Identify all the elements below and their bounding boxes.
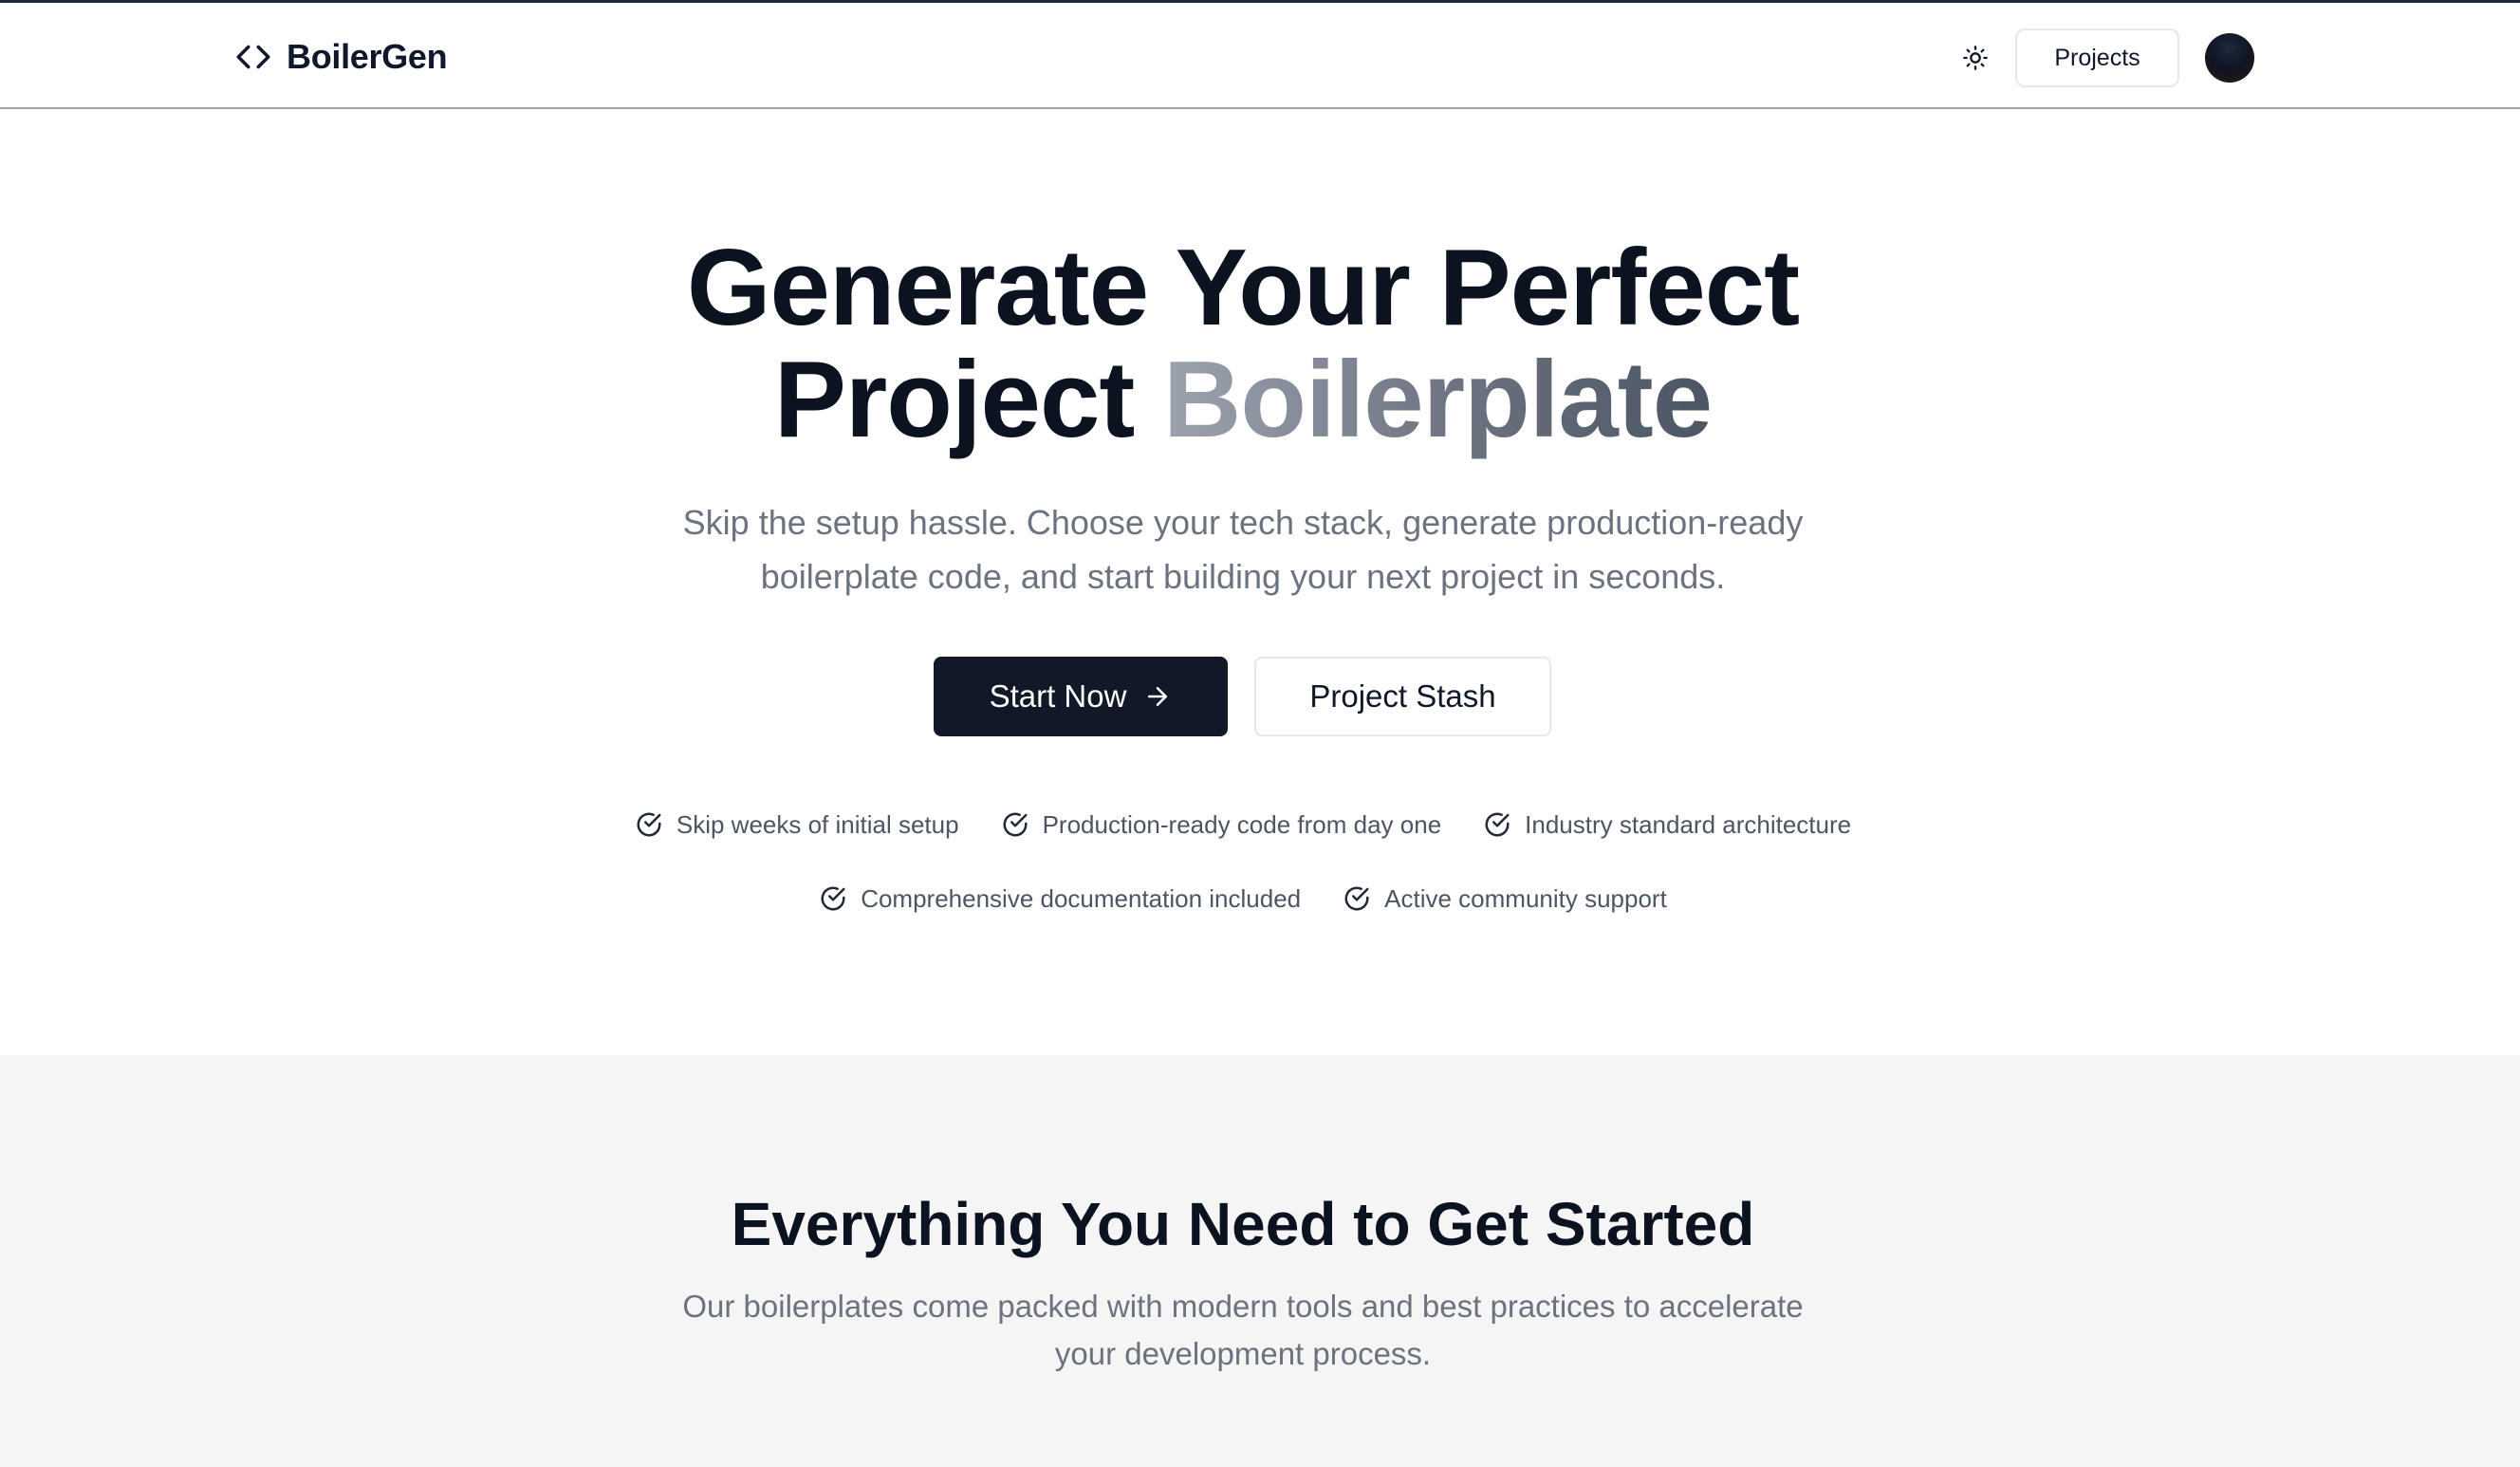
feature-item: Production-ready code from day one <box>1001 808 1442 841</box>
feature-label: Comprehensive documentation included <box>861 883 1302 913</box>
feature-item: Active community support <box>1343 882 1667 915</box>
features-section: Everything You Need to Get Started Our b… <box>0 1055 2520 1467</box>
user-avatar[interactable] <box>2205 33 2254 83</box>
brand-logo-link[interactable]: BoilerGen <box>233 31 448 83</box>
section-subtitle: Our boilerplates come packed with modern… <box>682 1289 1804 1371</box>
feature-item: Industry standard architecture <box>1483 808 1851 841</box>
feature-label: Production-ready code from day one <box>1042 809 1442 839</box>
projects-button[interactable]: Projects <box>2015 28 2179 87</box>
check-circle-icon <box>1003 812 1028 837</box>
feature-row-1: Skip weeks of initial setup Production-r… <box>0 808 2486 841</box>
start-now-button[interactable]: Start Now <box>934 657 1228 736</box>
check-circle-icon <box>1344 886 1369 911</box>
theme-toggle-button[interactable] <box>1953 35 1998 81</box>
feature-list: Skip weeks of initial setup Production-r… <box>0 808 2486 915</box>
feature-item: Comprehensive documentation included <box>819 882 1301 915</box>
check-circle-icon <box>637 812 661 837</box>
hero-title-accent: Boilerplate <box>1163 340 1713 460</box>
page: BoilerGen Projects Generate Your Perfect… <box>0 0 2520 1467</box>
start-now-label: Start Now <box>989 678 1127 714</box>
project-stash-button[interactable]: Project Stash <box>1254 657 1551 736</box>
arrow-right-icon <box>1148 687 1168 706</box>
feature-label: Active community support <box>1384 883 1667 913</box>
check-circle-icon <box>1485 812 1510 837</box>
hero-subtitle: Skip the setup hassle. Choose your tech … <box>682 503 1804 596</box>
feature-row-2: Comprehensive documentation included Act… <box>0 882 2486 915</box>
feature-item: Skip weeks of initial setup <box>635 808 959 841</box>
top-navbar: BoilerGen Projects <box>0 3 2520 109</box>
check-circle-icon <box>821 886 845 911</box>
project-stash-label: Project Stash <box>1309 678 1496 714</box>
hero-title-line2-plain: Project <box>773 340 1135 460</box>
hero-title-line1: Generate Your Perfect <box>686 228 1800 348</box>
feature-label: Industry standard architecture <box>1525 809 1852 839</box>
sun-icon <box>1963 46 1988 70</box>
brand-name: BoilerGen <box>287 37 448 76</box>
feature-label: Skip weeks of initial setup <box>676 809 959 839</box>
code-brackets-icon <box>236 45 270 69</box>
hero-title: Generate Your Perfect Project Boilerplat… <box>0 232 2486 456</box>
section-title: Everything You Need to Get Started <box>731 1190 1755 1258</box>
